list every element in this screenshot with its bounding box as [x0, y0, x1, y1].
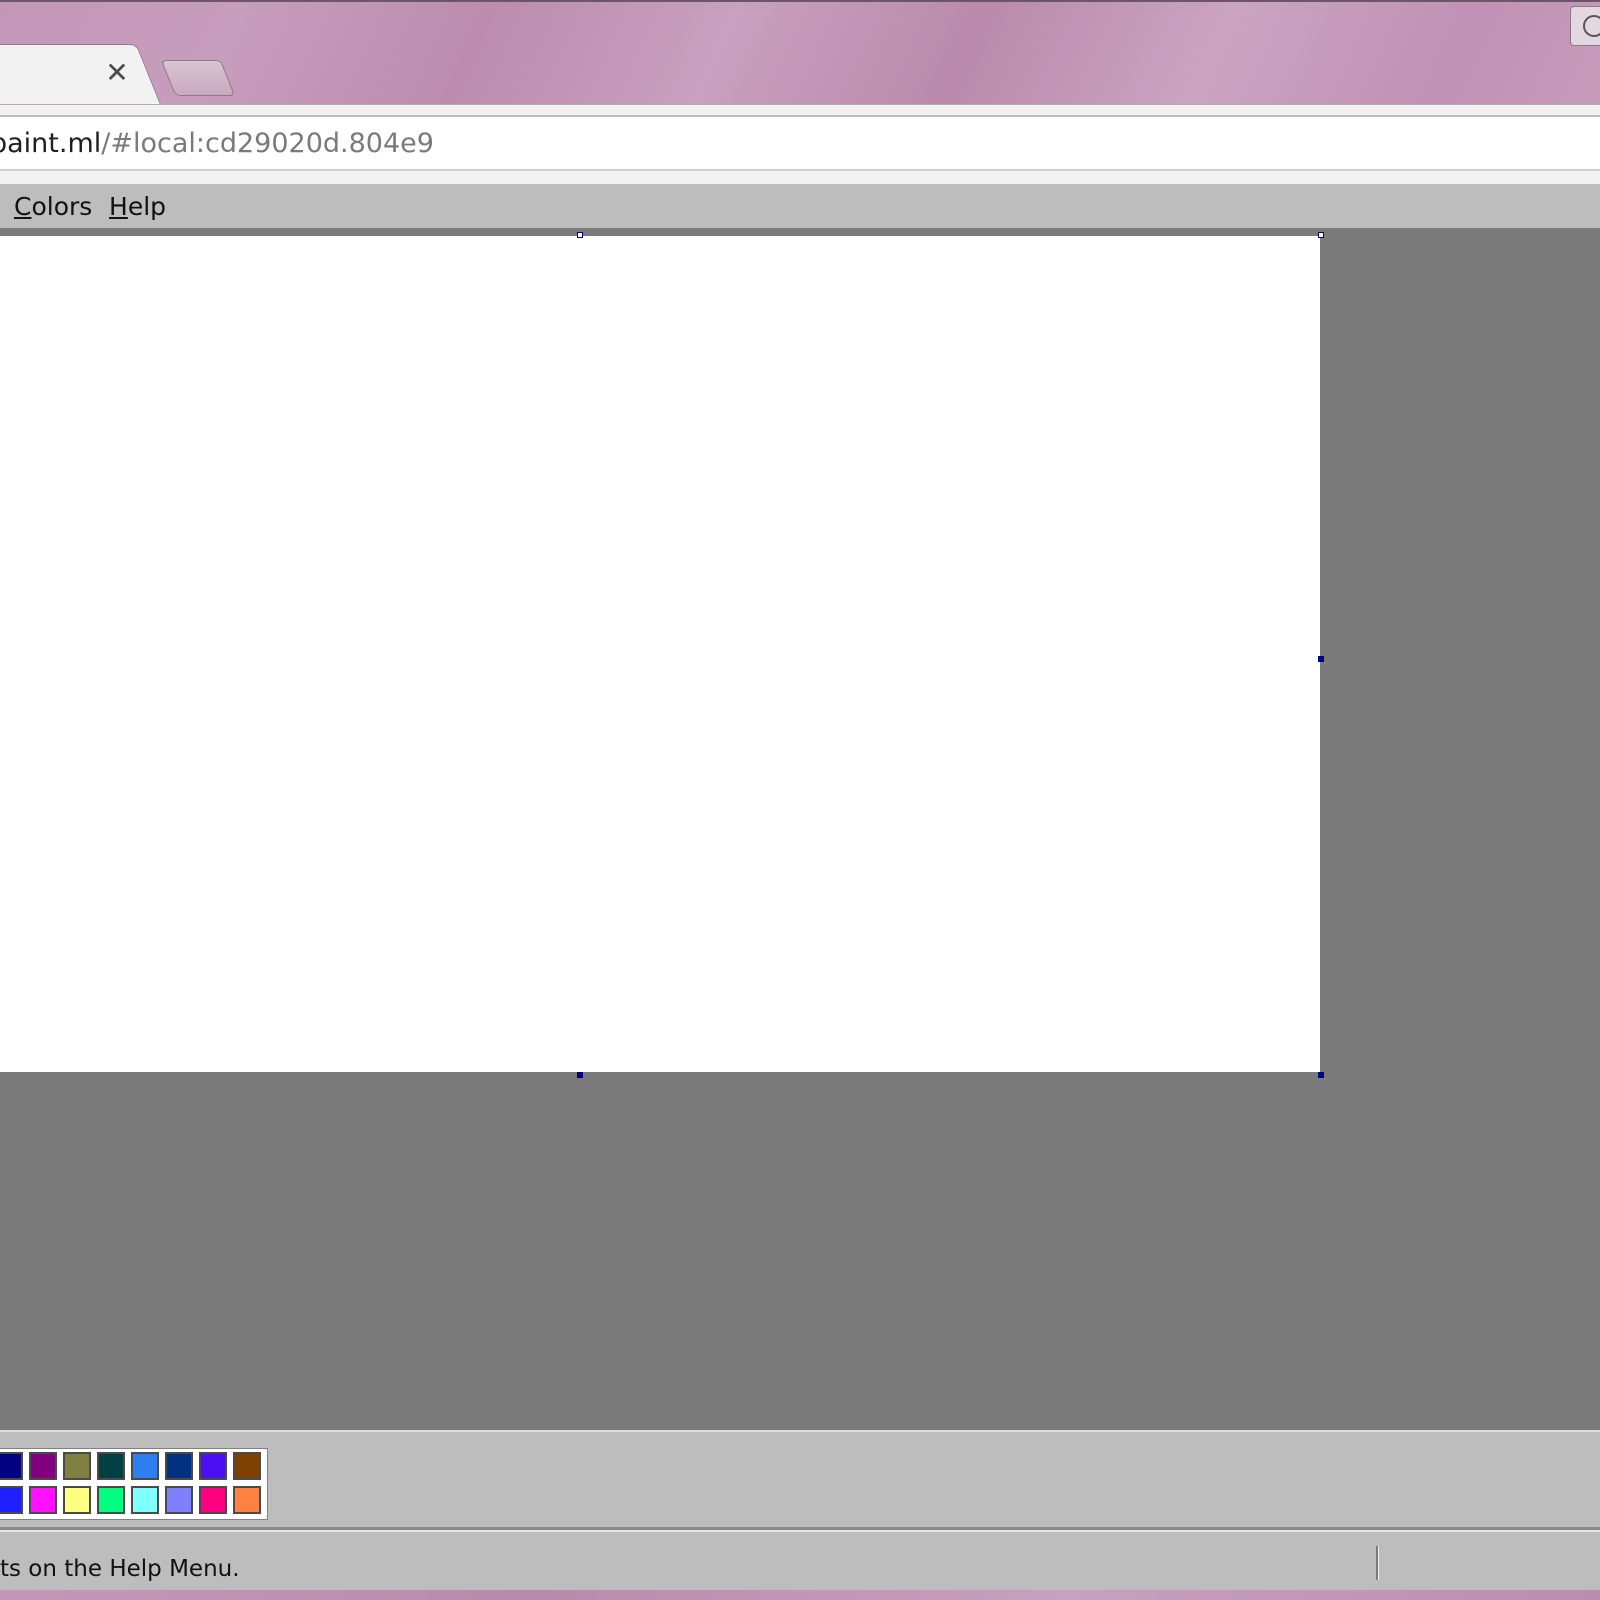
url-path: /#local:cd29020d.804e9 — [101, 128, 434, 159]
menu-help-accel: H — [109, 192, 128, 221]
browser-toolbar: paint.ml/#local:cd29020d.804e9 — [0, 104, 1600, 185]
drawing-canvas[interactable] — [0, 236, 1320, 1072]
color-swatch[interactable] — [29, 1452, 57, 1480]
resize-handle-top — [577, 232, 583, 238]
color-palette — [0, 1448, 268, 1520]
status-bar: ts on the Help Menu. — [0, 1530, 1600, 1594]
resize-handle-right[interactable] — [1318, 656, 1324, 662]
color-swatch[interactable] — [97, 1452, 125, 1480]
color-swatch[interactable] — [63, 1486, 91, 1514]
color-swatch[interactable] — [29, 1486, 57, 1514]
status-text: ts on the Help Menu. — [0, 1556, 240, 1582]
color-swatch[interactable] — [199, 1486, 227, 1514]
profile-icon — [1583, 15, 1600, 37]
window-bottom-edge — [0, 1590, 1600, 1600]
color-swatch[interactable] — [0, 1486, 23, 1514]
app-window: ✕ paint.ml/#local:cd29020d.804e9 Colors … — [0, 0, 1600, 1600]
color-swatch[interactable] — [165, 1486, 193, 1514]
new-tab-button[interactable] — [160, 60, 236, 96]
resize-handle-bottom[interactable] — [577, 1072, 583, 1078]
color-swatch[interactable] — [233, 1452, 261, 1480]
url-host: paint.ml — [0, 128, 102, 159]
address-url[interactable]: paint.ml/#local:cd29020d.804e9 — [0, 127, 434, 161]
menu-colors-label: olors — [31, 192, 93, 221]
color-swatch[interactable] — [131, 1452, 159, 1480]
color-swatch[interactable] — [233, 1486, 261, 1514]
window-control-button[interactable] — [1570, 6, 1600, 46]
address-bar[interactable]: paint.ml/#local:cd29020d.804e9 — [0, 115, 1600, 171]
menu-help-label: elp — [127, 192, 167, 221]
menu-colors[interactable]: Colors — [14, 192, 92, 222]
status-divider — [1376, 1546, 1379, 1580]
menu-help[interactable]: Help — [109, 192, 166, 222]
resize-handle-top-right — [1318, 232, 1324, 238]
canvas-area — [0, 232, 1600, 1432]
menu-bar: Colors Help — [0, 184, 1600, 232]
color-swatch[interactable] — [165, 1452, 193, 1480]
color-swatch[interactable] — [63, 1452, 91, 1480]
resize-handle-bottom-right[interactable] — [1318, 1072, 1324, 1078]
browser-titlebar: ✕ — [0, 0, 1600, 107]
browser-tab-active[interactable] — [0, 44, 162, 107]
color-swatch[interactable] — [0, 1452, 23, 1480]
menu-colors-accel: C — [14, 192, 32, 221]
color-swatch[interactable] — [199, 1452, 227, 1480]
color-swatch[interactable] — [131, 1486, 159, 1514]
color-swatch[interactable] — [97, 1486, 125, 1514]
color-box — [0, 1430, 1600, 1530]
tab-close-icon[interactable]: ✕ — [102, 58, 132, 88]
